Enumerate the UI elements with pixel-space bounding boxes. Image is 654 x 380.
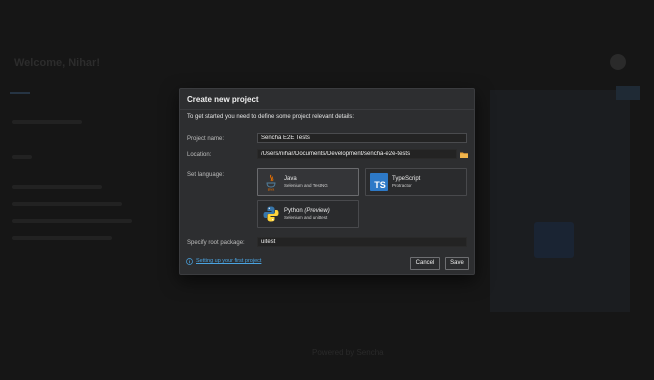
root-package-input[interactable] — [257, 237, 467, 247]
bg-illustration — [534, 222, 574, 258]
language-name: TypeScript — [392, 176, 421, 182]
create-project-dialog: Create new project To get started you ne… — [179, 88, 475, 275]
language-description: Selenium and unittest — [284, 215, 328, 220]
language-name: Python (Preview) — [284, 208, 330, 214]
location-input[interactable] — [257, 149, 457, 159]
set-language-label: Set language: — [187, 172, 225, 178]
language-option-python[interactable]: Python (Preview) Selenium and unittest — [257, 200, 359, 228]
language-option-java[interactable]: java Java Selenium and TestNG — [257, 168, 359, 196]
typescript-icon: TS — [370, 173, 388, 191]
cancel-button[interactable]: Cancel — [410, 257, 440, 270]
save-button[interactable]: Save — [445, 257, 469, 270]
divider — [180, 109, 474, 110]
bg-illustration-panel — [490, 90, 630, 312]
bg-list-line — [12, 155, 32, 159]
language-name-text: Python — [284, 208, 303, 214]
bg-list-line — [12, 236, 112, 240]
dialog-title: Create new project — [187, 95, 259, 104]
language-description: Selenium and TestNG — [284, 183, 328, 188]
language-name: Java — [284, 176, 297, 182]
typescript-icon-text: TS — [374, 180, 386, 190]
setup-help-link[interactable]: Setting up your first project — [196, 258, 261, 264]
bg-list-line — [12, 185, 102, 189]
bg-list-line — [12, 202, 122, 206]
project-name-input[interactable] — [257, 133, 467, 143]
bg-accent-block — [616, 86, 640, 100]
location-label: Location: — [187, 152, 212, 158]
root-package-label: Specify root package: — [187, 240, 245, 246]
avatar — [610, 54, 626, 70]
info-icon — [186, 258, 193, 265]
language-option-typescript[interactable]: TS TypeScript Protractor — [365, 168, 467, 196]
python-icon — [263, 206, 279, 222]
welcome-title: Welcome, Nihar! — [14, 57, 100, 69]
nav-indicator — [10, 92, 30, 94]
footer-brand: Powered by Sencha — [312, 348, 384, 357]
preview-tag: (Preview) — [304, 208, 330, 214]
language-description: Protractor — [392, 183, 412, 188]
java-icon: java — [266, 174, 276, 192]
bg-list-line — [12, 219, 132, 223]
project-name-label: Project name: — [187, 136, 225, 142]
dialog-subtitle: To get started you need to define some p… — [187, 114, 355, 120]
folder-icon[interactable] — [460, 152, 468, 158]
bg-list-line — [12, 120, 82, 124]
svg-text:java: java — [267, 188, 274, 192]
